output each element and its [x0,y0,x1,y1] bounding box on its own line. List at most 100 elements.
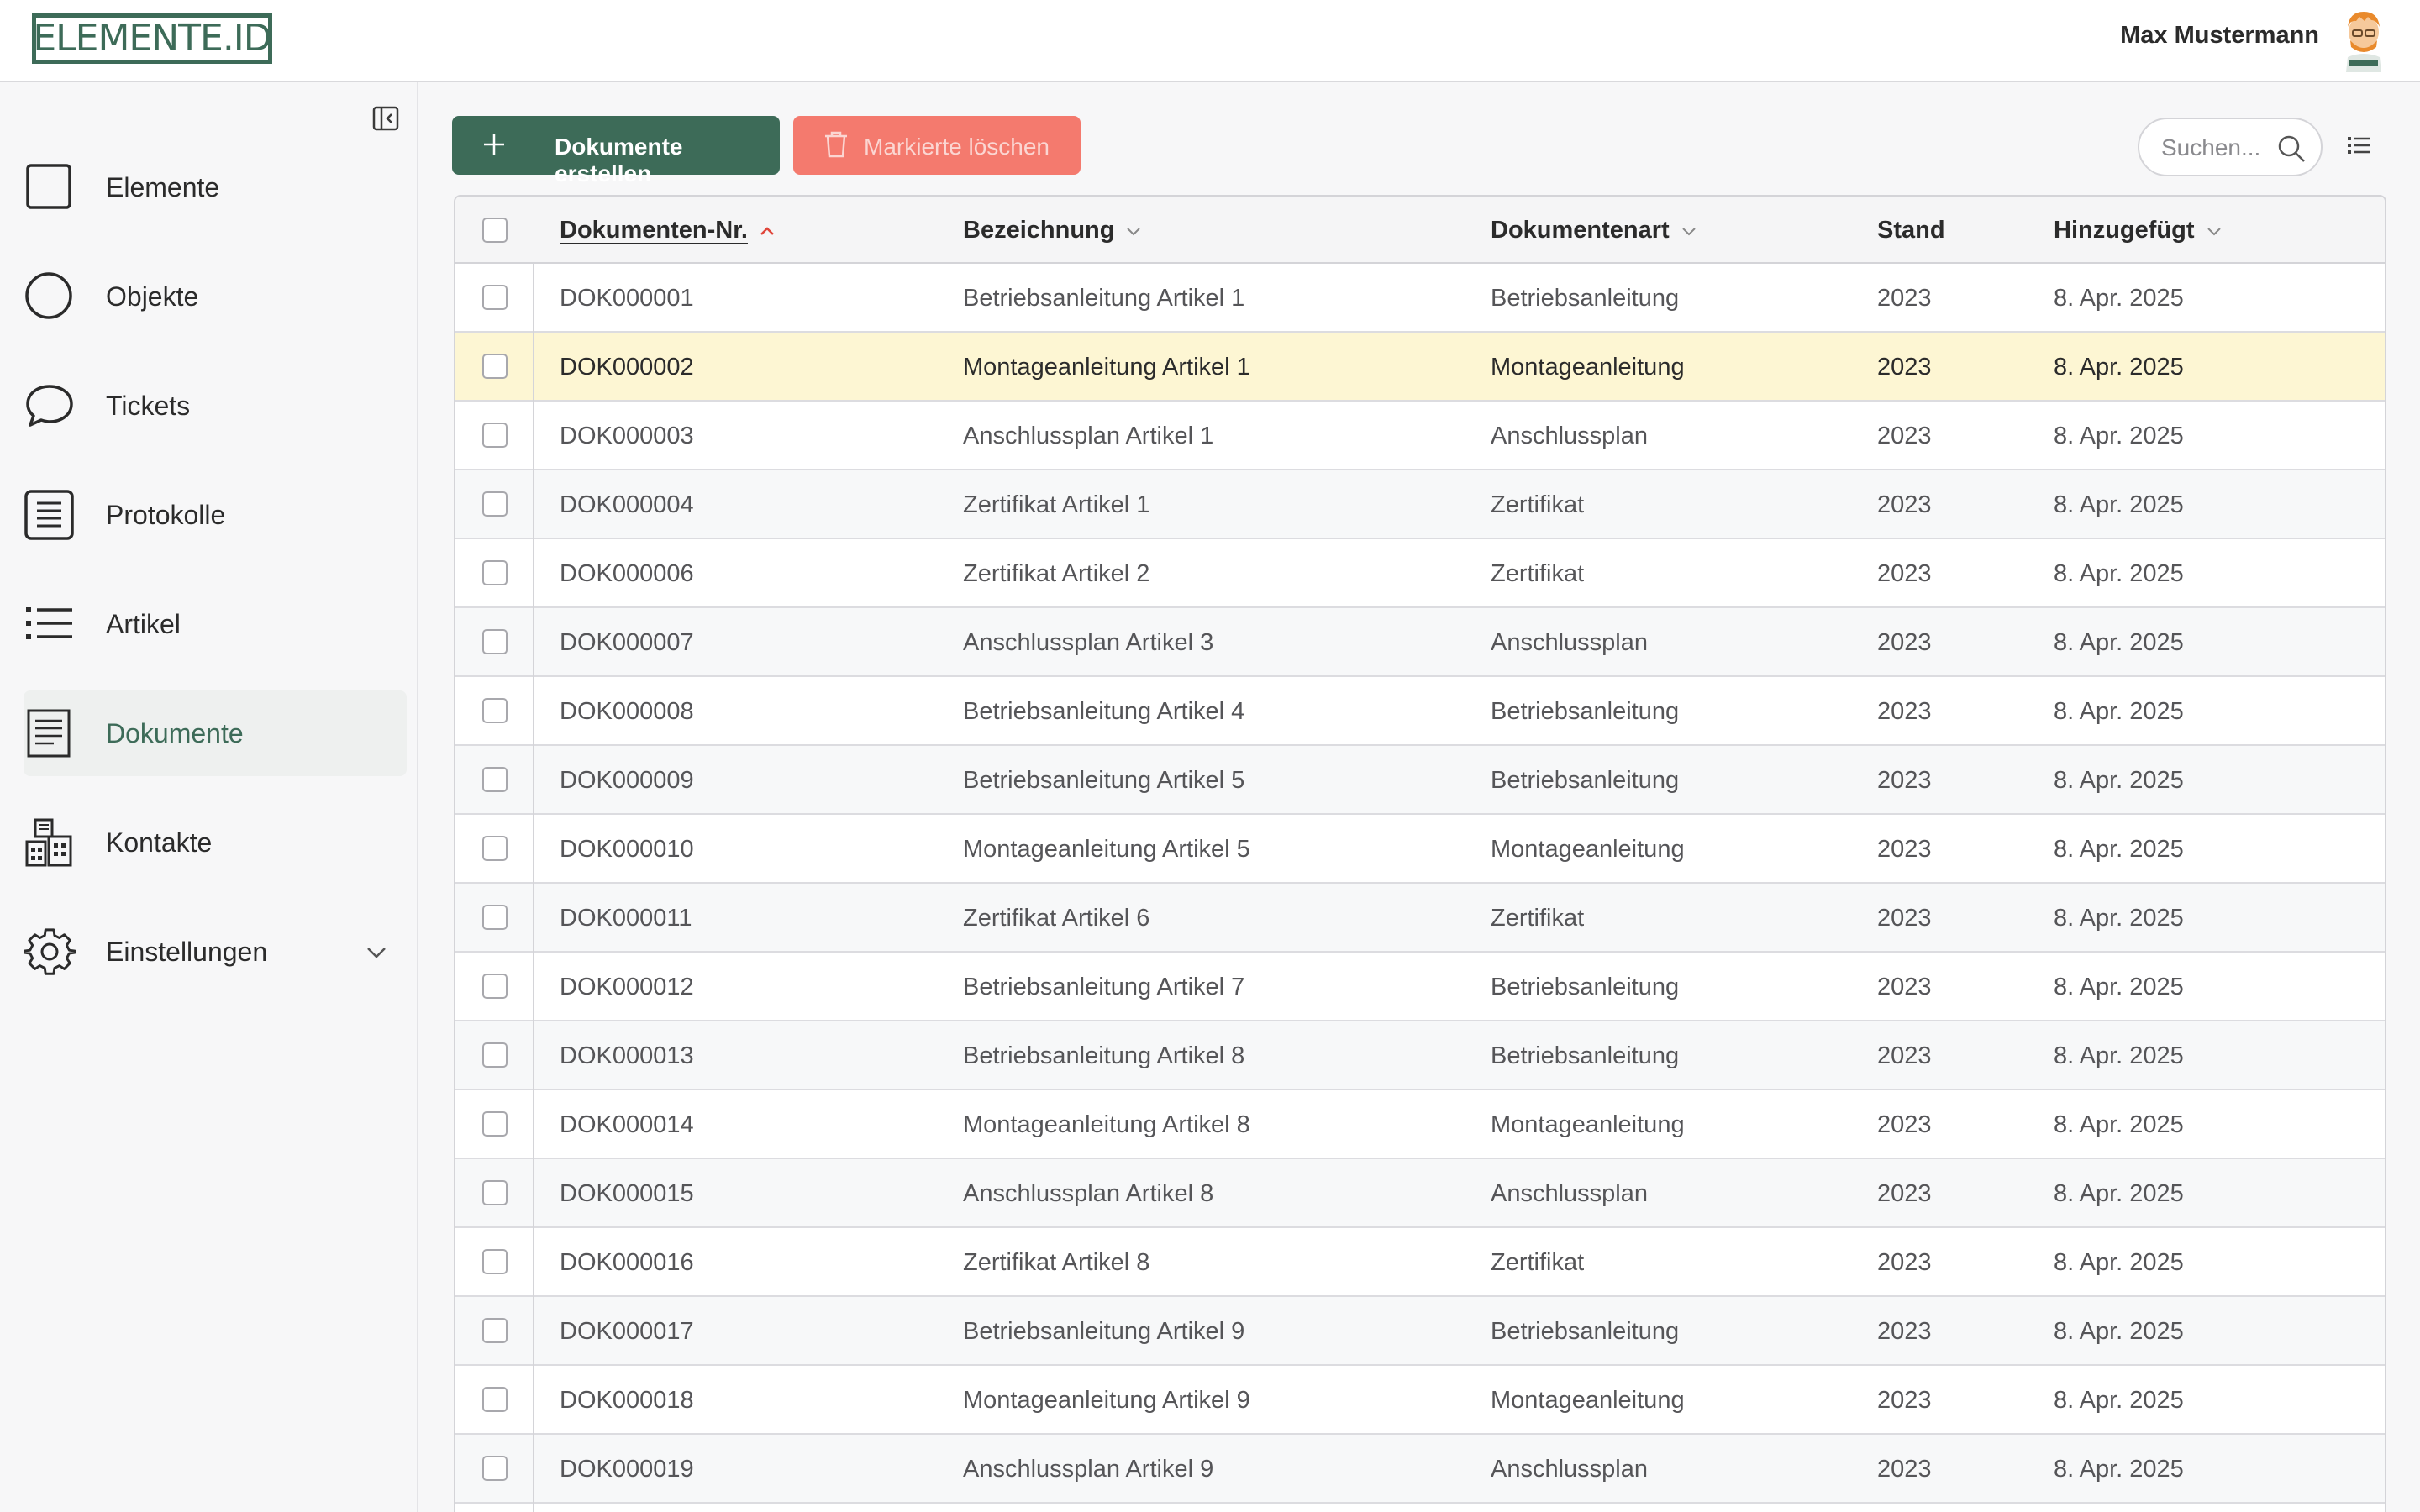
chevron-down-icon [1681,227,1696,235]
sidebar-item-elemente[interactable]: Elemente [24,144,407,230]
search-box[interactable] [2138,118,2323,176]
row-checkbox[interactable] [482,767,508,792]
table-cell: 8. Apr. 2025 [2054,698,2184,725]
table-row[interactable]: DOK000018 Montageanleitung Artikel 9 Monta… [455,1366,2385,1435]
table-row[interactable]: DOK000009 Betriebsanleitung Artikel 5 Betr… [455,746,2385,815]
search-input[interactable] [2161,131,2287,165]
sidebar-item-objekte[interactable]: Objekte [24,254,407,339]
table-row[interactable]: DOK000006 Zertifikat Artikel 2 Zertifikat 2… [455,539,2385,608]
row-checkbox[interactable] [482,698,508,723]
table-cell: 2023 [1877,1387,1932,1414]
table-cell: 8. Apr. 2025 [2054,1249,2184,1276]
table-row[interactable]: DOK000015 Anschlussplan Artikel 8 Anschlus… [455,1159,2385,1228]
column-header-dokumentenart[interactable]: Dokumentenart [1491,217,1698,244]
user-name[interactable]: Max Mustermann [2120,22,2319,50]
table-cell: 8. Apr. 2025 [2054,1180,2184,1207]
column-header-stand[interactable]: Stand [1877,217,1945,244]
trash-icon [825,131,847,158]
column-settings-icon[interactable] [2346,133,2371,158]
row-checkbox[interactable] [482,491,508,517]
table-cell: 8. Apr. 2025 [2054,629,2184,656]
table-cell: 2023 [1877,1318,1932,1345]
table-cell: 2023 [1877,836,1932,863]
table-cell: 2023 [1877,629,1932,656]
table-row[interactable]: DOK000019 Anschlussplan Artikel 9 Anschlus… [455,1435,2385,1504]
row-checkbox[interactable] [482,905,508,930]
table-row[interactable]: DOK000016 Zertifikat Artikel 8 Zertifikat 2… [455,1228,2385,1297]
table-row[interactable]: DOK000004 Zertifikat Artikel 1 Zertifikat 2… [455,470,2385,539]
row-checkbox[interactable] [482,560,508,585]
table-cell: 2023 [1877,1249,1932,1276]
column-header-bezeichnung[interactable]: Bezeichnung [963,217,1143,244]
table-cell: DOK000018 [560,1387,694,1414]
sidebar-collapse-icon[interactable] [371,104,400,133]
table-cell: Montageanleitung [1491,1387,1685,1414]
chevron-down-icon [1127,227,1141,235]
table-cell: DOK000006 [560,560,694,587]
column-header-label: Bezeichnung [963,217,1115,244]
checkbox-column-divider [533,264,534,1512]
row-checkbox[interactable] [482,285,508,310]
column-header-label: Dokumentenart [1491,217,1670,244]
table-cell: DOK000011 [560,905,692,932]
row-checkbox[interactable] [482,1387,508,1412]
table-row[interactable]: DOK000003 Anschlussplan Artikel 1 Anschlus… [455,402,2385,470]
table-cell: Montageanleitung [1491,1111,1685,1138]
row-checkbox[interactable] [482,1180,508,1205]
table-row[interactable]: DOK000017 Betriebsanleitung Artikel 9 Betr… [455,1297,2385,1366]
table-row[interactable]: DOK000010 Montageanleitung Artikel 5 Monta… [455,815,2385,884]
table-cell: Betriebsanleitung Artikel 7 [963,974,1245,1000]
table-cell: 8. Apr. 2025 [2054,423,2184,449]
table-row[interactable]: DOK000012 Betriebsanleitung Artikel 7 Betr… [455,953,2385,1021]
sidebar-item-protokolle[interactable]: Protokolle [24,472,407,558]
row-checkbox[interactable] [482,629,508,654]
documents-table: Dokumenten-Nr. Bezeichnung Dokumentenart… [454,195,2386,1512]
sidebar-item-label: Elemente [106,172,220,202]
table-cell: 8. Apr. 2025 [2054,285,2184,312]
create-documents-button[interactable]: Dokumente erstellen [452,116,780,186]
search-icon[interactable] [2277,134,2306,163]
sidebar-item-dokumente[interactable]: Dokumente [24,690,407,776]
table-cell: 8. Apr. 2025 [2054,1042,2184,1069]
sidebar-item-kontakte[interactable]: Kontakte [24,800,407,885]
row-checkbox[interactable] [482,423,508,448]
row-checkbox[interactable] [482,1111,508,1137]
column-header-dokumenten-nr[interactable]: Dokumenten-Nr. [560,217,776,244]
table-cell: 2023 [1877,423,1932,449]
table-cell: Betriebsanleitung Artikel 1 [963,285,1245,312]
row-checkbox[interactable] [482,1042,508,1068]
table-cell: 2023 [1877,698,1932,725]
sidebar-item-artikel[interactable]: Artikel [24,581,407,667]
document-icon [27,709,71,758]
table-row[interactable]: DOK000011 Zertifikat Artikel 6 Zertifikat 2… [455,884,2385,953]
column-header-hinzugefuegt[interactable]: Hinzugefügt [2054,217,2223,244]
row-checkbox[interactable] [482,1318,508,1343]
table-row[interactable]: DOK000001 Betriebsanleitung Artikel 1 Betr… [455,264,2385,333]
select-all-checkbox[interactable] [482,218,508,243]
table-cell: 2023 [1877,491,1932,518]
delete-marked-button[interactable]: Markierte löschen [793,116,1081,175]
sidebar-item-tickets[interactable]: Tickets [24,363,407,449]
table-cell: DOK000010 [560,836,694,863]
sidebar-item-label: Tickets [106,391,191,421]
table-cell: 8. Apr. 2025 [2054,836,2184,863]
table-row[interactable]: DOK000013 Betriebsanleitung Artikel 8 Betr… [455,1021,2385,1090]
list-icon [26,607,72,639]
circle-icon [25,272,72,319]
table-cell: 2023 [1877,560,1932,587]
table-row[interactable]: DOK000008 Betriebsanleitung Artikel 4 Betr… [455,677,2385,746]
row-checkbox[interactable] [482,974,508,999]
table-cell: DOK000009 [560,767,694,794]
table-row[interactable]: DOK000002 Montageanleitung Artikel 1 Monta… [455,333,2385,402]
table-row[interactable]: DOK000007 Anschlussplan Artikel 3 Anschlus… [455,608,2385,677]
row-checkbox[interactable] [482,1456,508,1481]
row-checkbox[interactable] [482,836,508,861]
row-checkbox[interactable] [482,1249,508,1274]
app-logo[interactable]: ELEMENTE.ID [32,13,272,64]
avatar[interactable] [2339,8,2388,72]
row-checkbox[interactable] [482,354,508,379]
table-row[interactable]: DOK000014 Montageanleitung Artikel 8 Monta… [455,1090,2385,1159]
top-bar: ELEMENTE.ID Max Mustermann [0,0,2420,82]
chevron-down-icon[interactable] [365,941,388,964]
sidebar-item-einstellungen[interactable]: Einstellungen [24,909,407,995]
